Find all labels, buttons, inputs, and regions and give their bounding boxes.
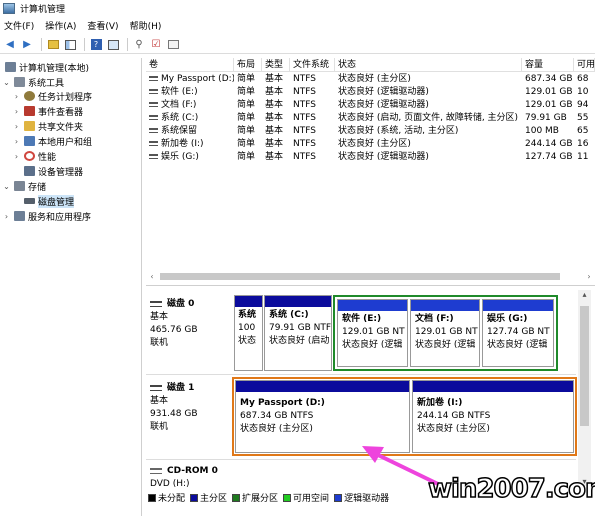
watermark: win2007.com	[427, 473, 595, 505]
annotation-arrow	[362, 446, 439, 486]
